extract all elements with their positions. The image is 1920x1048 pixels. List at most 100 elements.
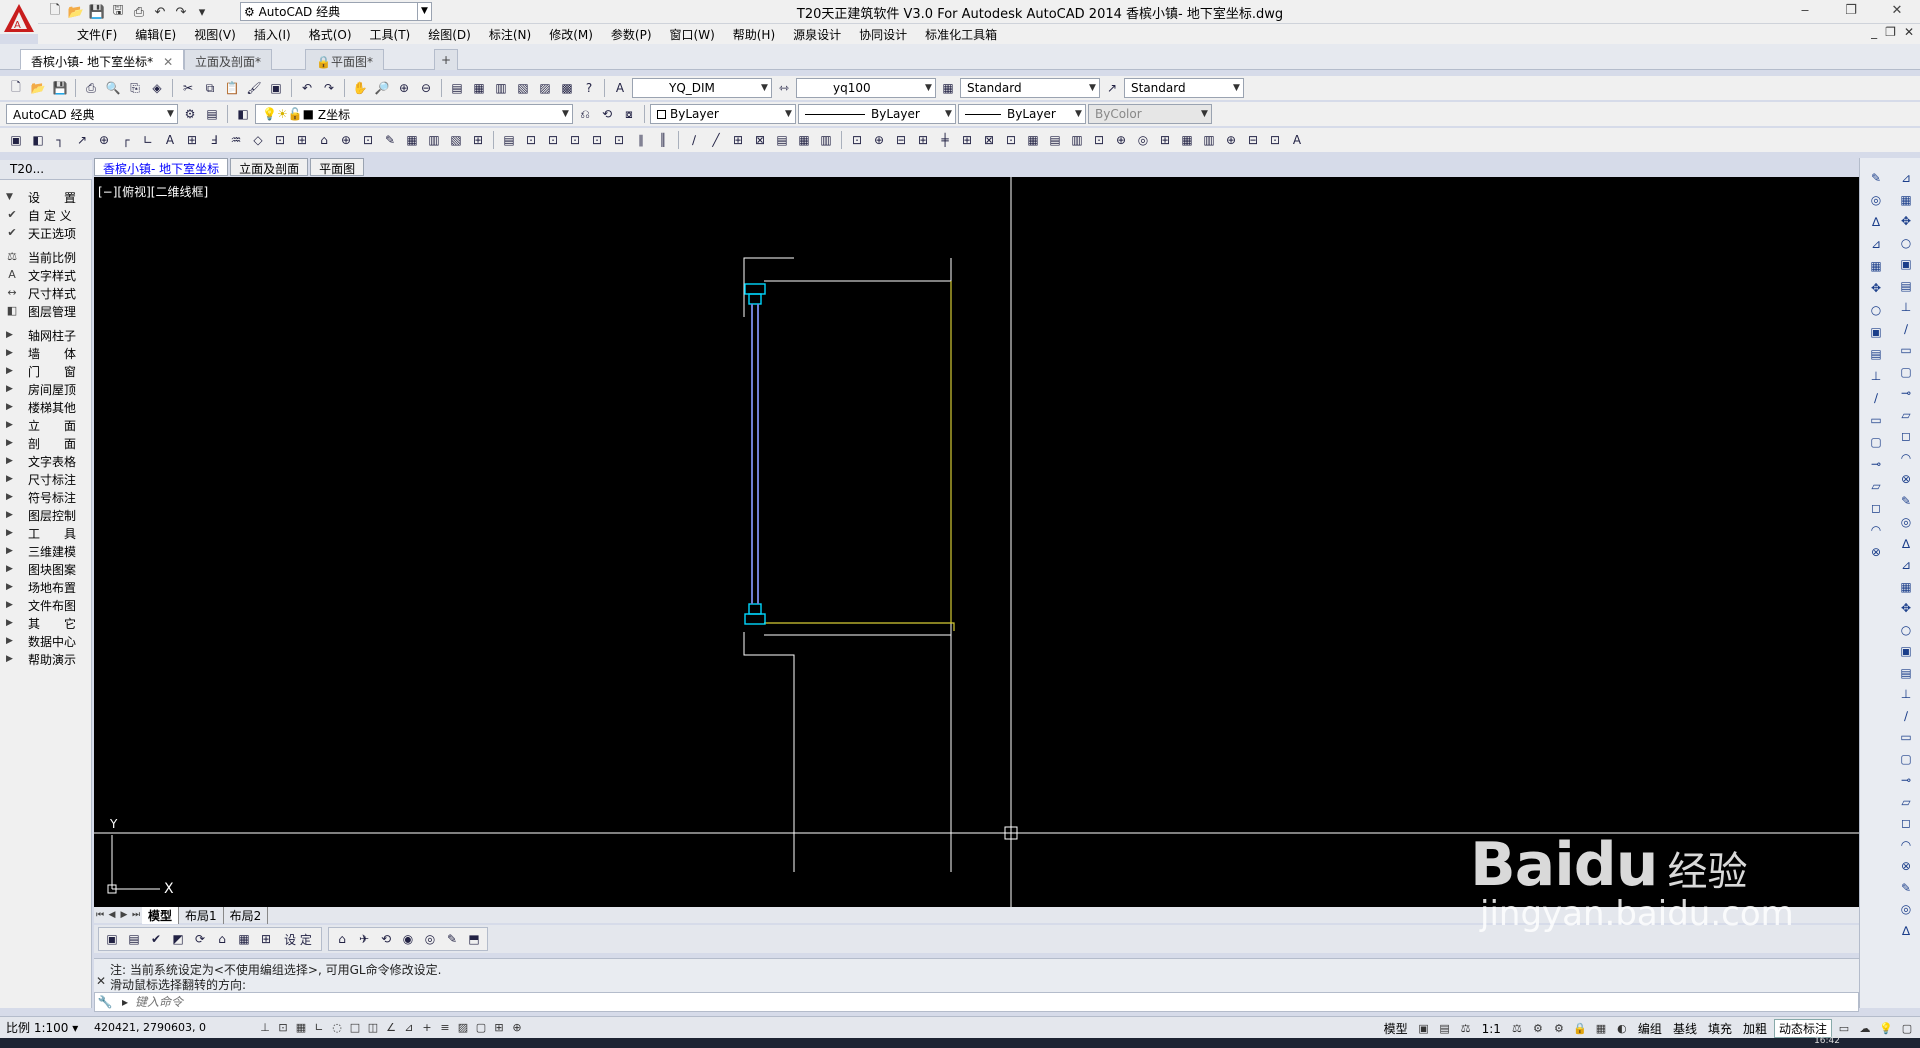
modify-tool-icon[interactable]: ⊥ (1866, 366, 1886, 386)
menu-view[interactable]: 视图(V) (185, 26, 245, 43)
sidebar-item[interactable]: ▶ 数据中心 (0, 632, 92, 650)
undo-icon[interactable]: ↶ (151, 3, 169, 21)
settings-text-button[interactable]: 设 定 (278, 929, 318, 949)
tangent-tool-icon[interactable]: ◇ (248, 130, 268, 150)
sidebar-item[interactable]: ▶ 工 具 (0, 524, 92, 542)
tangent-tool-icon[interactable]: ⊡ (847, 130, 867, 150)
doc-tab-basement[interactable]: 香槟小镇- 地下室坐标* ✕ (20, 49, 185, 70)
tool-f-icon[interactable]: ⌂ (212, 929, 232, 949)
undo-icon[interactable]: ↶ (297, 78, 317, 98)
qat-dropdown-icon[interactable]: ▾ (193, 3, 211, 21)
cloud-icon[interactable]: ☁ (1856, 1020, 1874, 1038)
pan-icon[interactable]: ✋ (350, 78, 370, 98)
new-icon[interactable]: 🗋 (6, 78, 26, 98)
modify-tool-icon[interactable]: ◠ (1896, 835, 1916, 855)
doc-close-button[interactable]: ✕ (1904, 25, 1914, 39)
command-input[interactable] (135, 995, 735, 1009)
modify-tool-icon[interactable]: ◎ (1896, 512, 1916, 532)
eye-icon[interactable]: ◉ (398, 929, 418, 949)
modify-tool-icon[interactable]: ▭ (1866, 410, 1886, 430)
plot-icon[interactable]: ⎙ (81, 78, 101, 98)
redo-icon[interactable]: ↷ (319, 78, 339, 98)
minimize-button[interactable]: ‒ (1782, 0, 1828, 22)
tangent-tool-icon[interactable]: ⌂ (314, 130, 334, 150)
open-file-icon[interactable]: 📂 (67, 3, 85, 21)
sidebar-item[interactable]: ▶ 文字表格 (0, 452, 92, 470)
modify-tool-icon[interactable]: ▭ (1896, 727, 1916, 747)
modify-tool-icon[interactable]: ◠ (1866, 520, 1886, 540)
modify-tool-icon[interactable]: ▱ (1866, 476, 1886, 496)
modify-tool-icon[interactable]: ∆ (1896, 534, 1916, 554)
tangent-tool-icon[interactable]: ▤ (772, 130, 792, 150)
save-as-icon[interactable]: 🖫 (109, 3, 127, 21)
tool-g-icon[interactable]: ▦ (234, 929, 254, 949)
tangent-tool-icon[interactable]: ▥ (1067, 130, 1087, 150)
model-button[interactable]: 模型 (1380, 1020, 1412, 1037)
coordinate-readout[interactable]: 420421, 2790603, 0 (86, 1021, 256, 1034)
modify-tool-icon[interactable]: ∕ (1866, 388, 1886, 408)
modify-tool-icon[interactable]: ▢ (1866, 432, 1886, 452)
modify-tool-icon[interactable]: ∕ (1896, 706, 1916, 726)
copy-icon[interactable]: ⧉ (200, 78, 220, 98)
tangent-tool-icon[interactable]: ⊕ (1111, 130, 1131, 150)
tangent-tool-icon[interactable]: ╱ (706, 130, 726, 150)
prev-tab-icon[interactable]: ◀ (106, 910, 118, 920)
modify-tool-icon[interactable]: ✎ (1896, 878, 1916, 898)
menu-collab[interactable]: 协同设计 (850, 26, 916, 43)
sidebar-item[interactable]: ✔ 自 定 义 (0, 206, 92, 224)
make-current-icon[interactable]: ⎌ (575, 104, 595, 124)
calculator-icon[interactable]: ▩ (557, 78, 577, 98)
dim-style-select[interactable]: yq100 ▼ (796, 78, 936, 98)
sidebar-item[interactable]: A 文字样式 (0, 266, 92, 284)
open-icon[interactable]: 📂 (28, 78, 48, 98)
tangent-tool-icon[interactable]: ▥ (424, 130, 444, 150)
tangent-tool-icon[interactable]: ⊟ (1243, 130, 1263, 150)
status-fill-button[interactable]: 填充 (1704, 1020, 1736, 1037)
sidebar-item[interactable]: ▶ 立 面 (0, 416, 92, 434)
doc-restore-button[interactable]: ❐ (1885, 25, 1896, 39)
lock-icon[interactable]: 🔒 (1571, 1020, 1589, 1038)
sidebar-item[interactable]: ▶ 图层控制 (0, 506, 92, 524)
save-icon[interactable]: 💾 (88, 3, 106, 21)
tangent-tool-icon[interactable]: ▣ (6, 130, 26, 150)
sidebar-item[interactable]: ▶ 剖 面 (0, 434, 92, 452)
modify-tool-icon[interactable]: ⊸ (1896, 383, 1916, 403)
modify-tool-icon[interactable]: ⊗ (1866, 542, 1886, 562)
design-center-icon[interactable]: ▦ (469, 78, 489, 98)
sidebar-item[interactable]: ▶ 墙 体 (0, 344, 92, 362)
status-bold-button[interactable]: 加粗 (1739, 1020, 1771, 1037)
modify-tool-icon[interactable]: ✥ (1896, 211, 1916, 231)
tangent-tool-icon[interactable]: ✎ (380, 130, 400, 150)
tangent-tool-icon[interactable]: ⊕ (1221, 130, 1241, 150)
modify-tool-icon[interactable]: ▤ (1896, 276, 1916, 296)
zoom-window-icon[interactable]: ⊕ (394, 78, 414, 98)
tab-layout2[interactable]: 布局2 (224, 906, 269, 924)
modify-tool-icon[interactable]: ∆ (1896, 921, 1916, 941)
match-properties-icon[interactable]: 🖌 (244, 78, 264, 98)
export-icon[interactable]: ⬒ (464, 929, 484, 949)
tangent-tool-icon[interactable]: ⊡ (521, 130, 541, 150)
ortho-icon[interactable]: ∟ (310, 1019, 328, 1037)
tangent-tool-icon[interactable]: ║ (653, 130, 673, 150)
view-tab-elevation[interactable]: 立面及剖面 (230, 158, 309, 176)
menu-standard-toolbox[interactable]: 标准化工具箱 (916, 26, 1006, 43)
quick-view-drawings-icon[interactable]: ▤ (1436, 1020, 1454, 1038)
qp-icon[interactable]: ▢ (472, 1019, 490, 1037)
isolate-icon[interactable]: ◐ (1613, 1020, 1631, 1038)
menu-parameter[interactable]: 参数(P) (602, 26, 661, 43)
zoom-realtime-icon[interactable]: 🔎 (372, 78, 392, 98)
modify-tool-icon[interactable]: ◎ (1896, 899, 1916, 919)
grid-icon[interactable]: ▦ (292, 1019, 310, 1037)
tangent-tool-icon[interactable]: ⊡ (270, 130, 290, 150)
modify-tool-icon[interactable]: ⊿ (1896, 555, 1916, 575)
modify-tool-icon[interactable]: ▱ (1896, 792, 1916, 812)
cut-icon[interactable]: ✂ (178, 78, 198, 98)
zoom-previous-icon[interactable]: ⊖ (416, 78, 436, 98)
sidebar-header[interactable]: T20... (0, 160, 92, 180)
modify-tool-icon[interactable]: ▦ (1866, 256, 1886, 276)
menu-draw[interactable]: 绘图(D) (419, 26, 480, 43)
sidebar-item[interactable]: ▶ 场地布置 (0, 578, 92, 596)
sidebar-item[interactable]: ▼ 设 置 (0, 188, 92, 206)
modify-tool-icon[interactable]: ▭ (1896, 340, 1916, 360)
tool-palettes-icon[interactable]: ▥ (491, 78, 511, 98)
